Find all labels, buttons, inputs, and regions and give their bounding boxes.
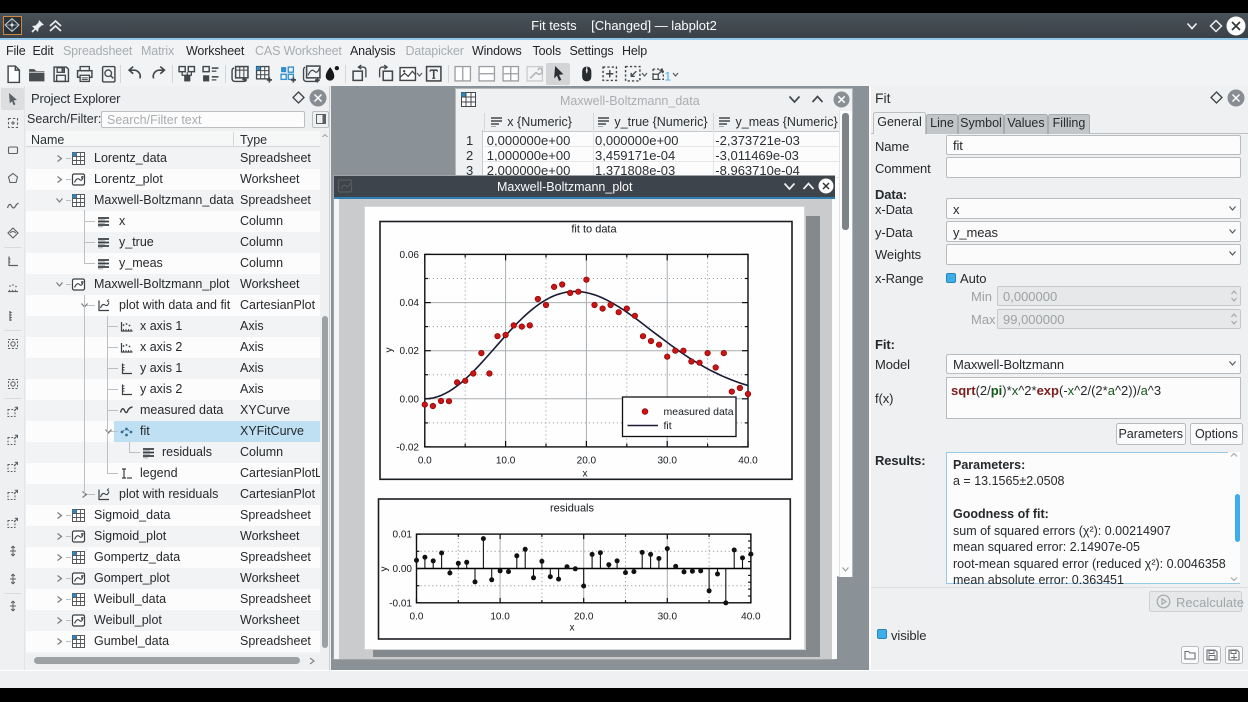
svg-text:residuals: residuals xyxy=(550,503,595,515)
svg-text:30.0: 30.0 xyxy=(657,456,677,467)
svg-text:10.0: 10.0 xyxy=(496,456,516,467)
svg-text:x: x xyxy=(570,623,575,634)
svg-text:-0.01: -0.01 xyxy=(389,598,412,609)
svg-text:y: y xyxy=(384,348,395,353)
svg-text:0.04: 0.04 xyxy=(400,298,420,309)
svg-text:0.01: 0.01 xyxy=(393,530,413,541)
svg-text:20.0: 20.0 xyxy=(574,612,594,623)
svg-text:0.00: 0.00 xyxy=(393,564,413,575)
svg-text:-0.02: -0.02 xyxy=(396,442,419,453)
svg-text:0.02: 0.02 xyxy=(400,346,420,357)
svg-text:0.06: 0.06 xyxy=(400,250,420,261)
svg-text:fit: fit xyxy=(664,420,672,432)
svg-text:30.0: 30.0 xyxy=(658,612,678,623)
svg-text:fit to data: fit to data xyxy=(571,224,617,236)
svg-text:x: x xyxy=(583,469,588,480)
svg-text:measured data: measured data xyxy=(664,406,734,418)
svg-text:40.0: 40.0 xyxy=(738,456,758,467)
svg-text:40.0: 40.0 xyxy=(741,612,761,623)
svg-text:20.0: 20.0 xyxy=(577,456,597,467)
svg-text:10.0: 10.0 xyxy=(490,612,510,623)
svg-text:0.0: 0.0 xyxy=(418,456,432,467)
svg-text:0.0: 0.0 xyxy=(410,612,424,623)
svg-text:y: y xyxy=(379,567,390,572)
svg-text:0.00: 0.00 xyxy=(400,394,420,405)
